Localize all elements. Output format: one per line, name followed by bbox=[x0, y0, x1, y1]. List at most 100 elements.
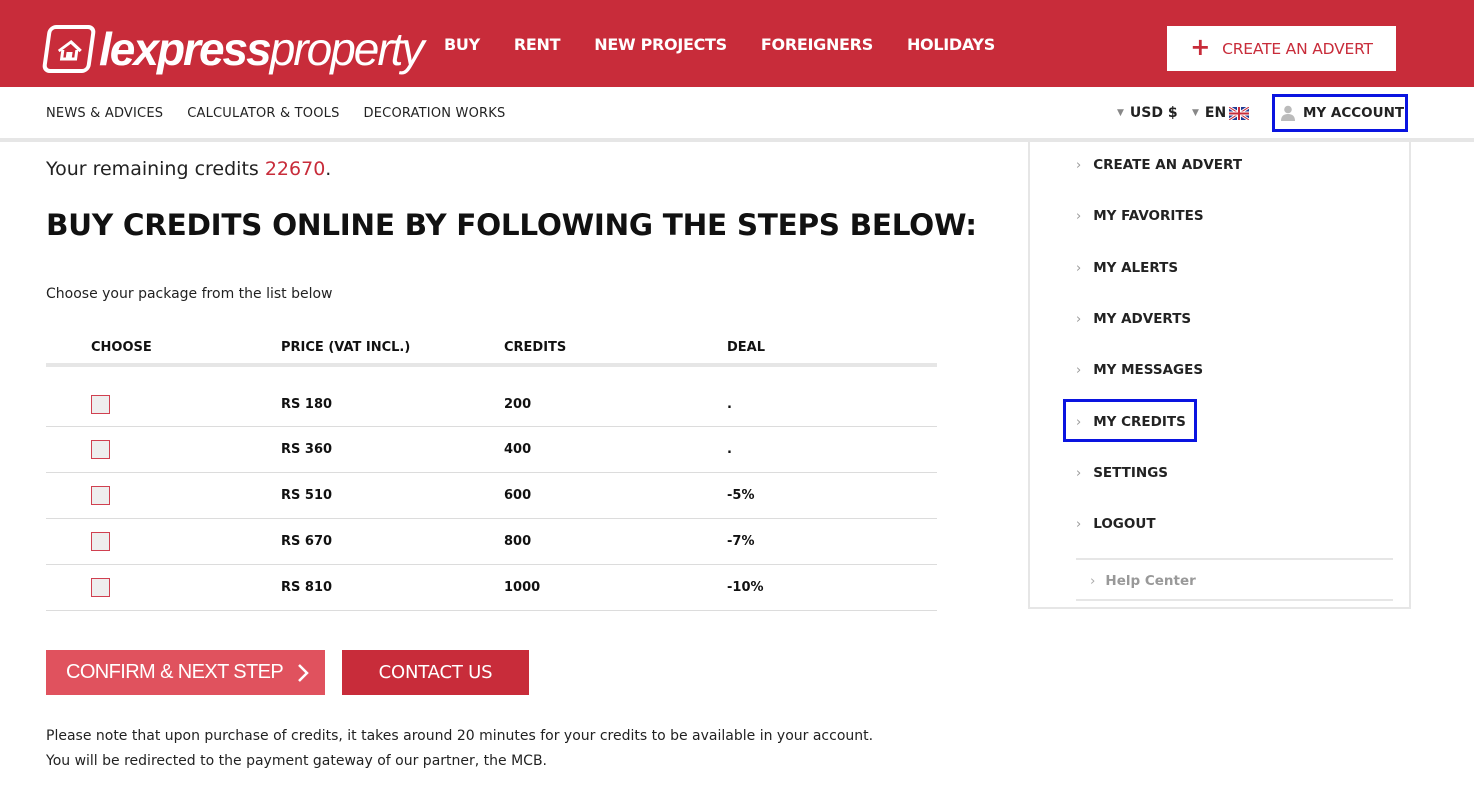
chevron-right-icon: › bbox=[1076, 465, 1082, 481]
credits-value: 22670 bbox=[264, 158, 326, 180]
row-credits: 400 bbox=[504, 442, 532, 457]
language-value: EN bbox=[1204, 105, 1227, 121]
nav-calculator-tools[interactable]: CALCULATOR & TOOLS bbox=[187, 106, 339, 121]
menu-divider bbox=[1076, 558, 1393, 560]
package-checkbox[interactable] bbox=[91, 578, 110, 597]
plus-icon: + bbox=[1190, 32, 1211, 61]
table-row: RS 360 400 . bbox=[46, 427, 937, 473]
menu-item-my-alerts[interactable]: › MY ALERTS bbox=[1076, 260, 1178, 276]
menu-item-label: MY ALERTS bbox=[1093, 260, 1179, 276]
package-checkbox[interactable] bbox=[91, 532, 110, 551]
currency-value: USD $ bbox=[1129, 105, 1178, 121]
my-account-button[interactable]: MY ACCOUNT bbox=[1272, 94, 1408, 132]
header-deal: DEAL bbox=[727, 340, 766, 355]
create-advert-button[interactable]: + CREATE AN ADVERT bbox=[1167, 26, 1396, 71]
help-center-label: Help Center bbox=[1105, 573, 1196, 589]
chevron-right-icon: › bbox=[1076, 260, 1082, 276]
row-credits: 1000 bbox=[504, 580, 541, 595]
main-nav: BUY RENT NEW PROJECTS FOREIGNERS HOLIDAY… bbox=[444, 35, 1029, 54]
site-logo[interactable]: lexpressproperty bbox=[41, 20, 424, 78]
logo-house-icon bbox=[41, 25, 97, 73]
caret-down-icon: ▼ bbox=[1117, 108, 1124, 118]
row-deal: . bbox=[727, 442, 732, 457]
account-dropdown-menu: › CREATE AN ADVERT › MY FAVORITES › MY A… bbox=[1028, 142, 1411, 609]
chevron-right-icon bbox=[298, 663, 309, 682]
menu-item-my-messages[interactable]: › MY MESSAGES bbox=[1076, 362, 1203, 378]
nav-rent[interactable]: RENT bbox=[514, 35, 561, 54]
table-header: CHOOSE PRICE (VAT INCL.) CREDITS DEAL bbox=[46, 336, 937, 367]
menu-item-label: CREATE AN ADVERT bbox=[1093, 157, 1243, 173]
menu-item-label: MY MESSAGES bbox=[1093, 362, 1204, 378]
package-checkbox[interactable] bbox=[91, 440, 110, 459]
chevron-right-icon: › bbox=[1090, 573, 1096, 589]
package-checkbox[interactable] bbox=[91, 486, 110, 505]
nav-holidays[interactable]: HOLIDAYS bbox=[907, 35, 995, 54]
chevron-right-icon: › bbox=[1076, 362, 1082, 378]
caret-down-icon: ▼ bbox=[1192, 108, 1199, 118]
menu-item-label: LOGOUT bbox=[1093, 516, 1156, 532]
table-row: RS 810 1000 -10% bbox=[46, 565, 937, 611]
my-credits-highlight bbox=[1063, 399, 1197, 442]
secondary-nav: NEWS & ADVICES CALCULATOR & TOOLS DECORA… bbox=[46, 106, 529, 121]
table-row: RS 510 600 -5% bbox=[46, 473, 937, 519]
header-price: PRICE (VAT INCL.) bbox=[281, 340, 411, 355]
payment-gateway-note: You will be redirected to the payment ga… bbox=[46, 753, 547, 769]
header-credits: CREDITS bbox=[504, 340, 567, 355]
header-choose: CHOOSE bbox=[91, 340, 152, 355]
uk-flag-icon bbox=[1229, 106, 1250, 120]
confirm-label: CONFIRM & NEXT STEP bbox=[66, 661, 284, 683]
house-glyph-icon bbox=[57, 40, 82, 61]
nav-foreigners[interactable]: FOREIGNERS bbox=[761, 35, 873, 54]
chevron-right-icon: › bbox=[1076, 311, 1082, 327]
row-deal: -10% bbox=[727, 580, 764, 595]
secondary-header: NEWS & ADVICES CALCULATOR & TOOLS DECORA… bbox=[0, 87, 1474, 142]
page-title: BUY CREDITS ONLINE BY FOLLOWING THE STEP… bbox=[46, 208, 977, 242]
remaining-credits: Your remaining credits 22670. bbox=[46, 158, 331, 180]
nav-buy[interactable]: BUY bbox=[444, 35, 480, 54]
menu-item-label: SETTINGS bbox=[1093, 465, 1169, 481]
package-checkbox[interactable] bbox=[91, 395, 110, 414]
menu-item-settings[interactable]: › SETTINGS bbox=[1076, 465, 1168, 481]
row-credits: 800 bbox=[504, 534, 532, 549]
menu-item-label: MY ADVERTS bbox=[1093, 311, 1192, 327]
currency-selector[interactable]: ▼ USD $ bbox=[1117, 105, 1178, 121]
packages-table: CHOOSE PRICE (VAT INCL.) CREDITS DEAL RS… bbox=[46, 336, 937, 611]
menu-item-create-advert[interactable]: › CREATE AN ADVERT bbox=[1076, 157, 1242, 173]
credits-suffix: . bbox=[325, 158, 332, 180]
choose-package-hint: Choose your package from the list below bbox=[46, 286, 333, 302]
row-price: RS 810 bbox=[281, 580, 333, 595]
row-price: RS 510 bbox=[281, 488, 333, 503]
row-price: RS 360 bbox=[281, 442, 333, 457]
row-credits: 600 bbox=[504, 488, 532, 503]
row-deal: -5% bbox=[727, 488, 755, 503]
logo-wordmark: lexpressproperty bbox=[99, 23, 424, 75]
nav-decoration-works[interactable]: DECORATION WORKS bbox=[364, 106, 506, 121]
menu-divider bbox=[1076, 599, 1393, 601]
my-account-label: MY ACCOUNT bbox=[1303, 105, 1405, 121]
confirm-next-step-button[interactable]: CONFIRM & NEXT STEP bbox=[46, 650, 325, 695]
processing-time-note: Please note that upon purchase of credit… bbox=[46, 728, 874, 744]
table-row: RS 180 200 . bbox=[46, 367, 937, 427]
chevron-right-icon: › bbox=[1076, 516, 1082, 532]
contact-us-button[interactable]: CONTACT US bbox=[342, 650, 529, 695]
row-deal: -7% bbox=[727, 534, 755, 549]
create-advert-label: CREATE AN ADVERT bbox=[1222, 39, 1373, 58]
row-deal: . bbox=[727, 397, 732, 412]
language-selector[interactable]: ▼ EN bbox=[1192, 105, 1250, 121]
menu-item-my-favorites[interactable]: › MY FAVORITES bbox=[1076, 208, 1204, 224]
chevron-right-icon: › bbox=[1076, 157, 1082, 173]
row-price: RS 180 bbox=[281, 397, 333, 412]
menu-item-help-center[interactable]: › Help Center bbox=[1090, 573, 1196, 589]
menu-item-my-adverts[interactable]: › MY ADVERTS bbox=[1076, 311, 1191, 327]
table-row: RS 670 800 -7% bbox=[46, 519, 937, 565]
nav-news-advices[interactable]: NEWS & ADVICES bbox=[46, 106, 163, 121]
chevron-right-icon: › bbox=[1076, 208, 1082, 224]
menu-item-label: MY FAVORITES bbox=[1093, 208, 1204, 224]
row-credits: 200 bbox=[504, 397, 532, 412]
top-header: lexpressproperty BUY RENT NEW PROJECTS F… bbox=[0, 0, 1474, 87]
menu-item-logout[interactable]: › LOGOUT bbox=[1076, 516, 1156, 532]
credits-prefix: Your remaining credits bbox=[46, 158, 265, 180]
user-icon bbox=[1281, 105, 1295, 121]
row-price: RS 670 bbox=[281, 534, 333, 549]
nav-new-projects[interactable]: NEW PROJECTS bbox=[594, 35, 727, 54]
